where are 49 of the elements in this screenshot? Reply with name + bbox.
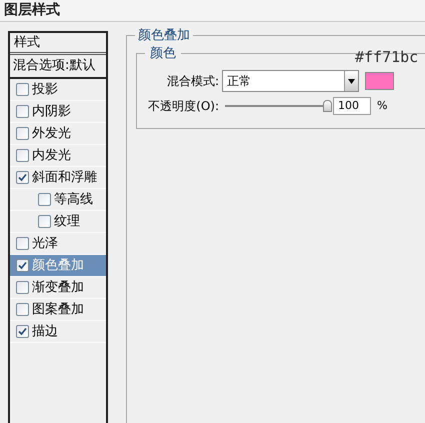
style-item[interactable]: 渐变叠加 [10,277,106,299]
styles-header: 样式 [14,34,40,52]
style-label: 描边 [32,322,58,341]
style-label: 内阴影 [32,102,71,121]
style-item[interactable]: 描边 [10,321,106,343]
checkbox[interactable] [16,105,29,118]
style-label: 光泽 [32,234,58,253]
style-item[interactable]: 等高线 [10,189,106,211]
checkbox[interactable] [16,127,29,140]
style-item[interactable]: 投影 [10,79,106,101]
style-item[interactable]: 斜面和浮雕 [10,167,106,189]
checkbox[interactable] [38,215,51,228]
style-label: 斜面和浮雕 [32,168,97,187]
style-item[interactable]: 纹理 [10,211,106,233]
opacity-slider-thumb[interactable] [323,100,332,112]
dropdown-arrow-icon [348,78,355,84]
checkbox[interactable] [16,149,29,162]
style-label: 颜色叠加 [32,256,84,275]
color-swatch[interactable] [365,72,394,90]
window-title: 图层样式 [4,1,60,20]
checkbox[interactable] [16,259,29,272]
style-item[interactable]: 内发光 [10,145,106,167]
checkbox[interactable] [16,303,29,316]
blending-options-item[interactable]: 混合选项:默认 [10,55,106,79]
color-annotation: #ff71bc [355,47,418,68]
checkbox[interactable] [38,193,51,206]
style-label: 投影 [32,80,58,99]
checkbox[interactable] [16,325,29,338]
style-item[interactable]: 外发光 [10,123,106,145]
checkbox[interactable] [16,83,29,96]
style-label: 图案叠加 [32,300,84,319]
checkbox[interactable] [16,237,29,250]
style-label: 内发光 [32,146,71,165]
style-label: 纹理 [54,212,80,231]
style-item[interactable]: 图案叠加 [10,299,106,321]
opacity-label: 不透明度(O): [147,98,219,115]
style-item[interactable]: 内阴影 [10,101,106,123]
style-label: 渐变叠加 [32,278,84,297]
checkbox[interactable] [16,171,29,184]
checkmark-icon [18,261,27,270]
checkmark-icon [18,173,27,182]
style-label: 外发光 [32,124,71,143]
style-label: 等高线 [54,190,93,209]
blend-mode-label: 混合模式: [166,73,219,90]
checkbox[interactable] [16,281,29,294]
blend-mode-select[interactable]: 正常 [222,70,359,92]
percent-unit: % [377,98,388,114]
checkmark-icon [18,327,27,336]
opacity-input[interactable]: 100 [333,97,371,115]
